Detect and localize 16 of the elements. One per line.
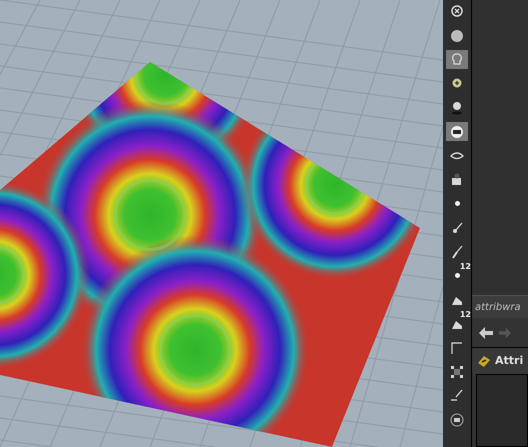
pane-tab[interactable]: attribwra [472,296,528,318]
bulb-stand-icon [449,100,465,116]
dot-icon [454,201,460,206]
count-label: 12 [460,311,471,319]
light-bulb-icon [449,52,465,68]
sphere-icon [449,28,465,44]
curve-icon [449,340,465,356]
node-title: Attri [495,352,524,369]
dots-grid-icon [449,364,465,380]
tool-button[interactable] [446,122,468,141]
count-label: 12 [460,263,471,271]
pen-icon [449,388,465,404]
back-arrow-icon[interactable] [478,326,494,340]
close-icon [449,4,465,20]
node-icon [476,353,492,369]
point-icon [454,273,460,278]
